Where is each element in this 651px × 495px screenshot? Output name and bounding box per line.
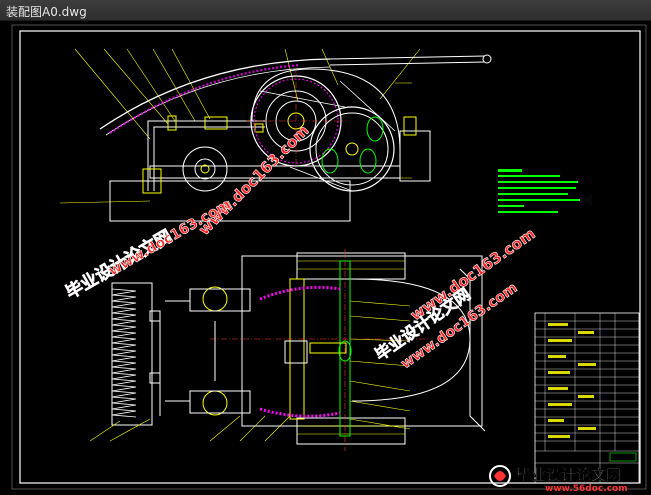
window-title: 装配图A0.dwg <box>6 5 87 19</box>
site-logo-badge: 毕业设计论文网 www.56doc.com <box>489 465 628 494</box>
drawing-canvas[interactable]: www.doc163.com 毕业设计论文网 www.doc163.com ww… <box>0 21 651 495</box>
title-bar[interactable]: 装配图A0.dwg <box>0 0 651 21</box>
technical-requirements <box>498 169 580 213</box>
watermark-url-2: www.doc163.com <box>106 196 234 279</box>
cad-viewer-window: 装配图A0.dwg www.doc163.com 毕业设计论文网 www.doc… <box>0 0 651 495</box>
logo-brand-text: 毕业设计论文网 <box>516 466 621 484</box>
drawing-viewport[interactable]: www.doc163.com 毕业设计论文网 www.doc163.com ww… <box>0 21 651 495</box>
parts-list-table <box>534 312 640 484</box>
side-elevation-view <box>59 48 492 222</box>
watermark-layer: www.doc163.com 毕业设计论文网 www.doc163.com ww… <box>62 121 539 372</box>
logo-site-url: www.56doc.com <box>545 484 628 494</box>
